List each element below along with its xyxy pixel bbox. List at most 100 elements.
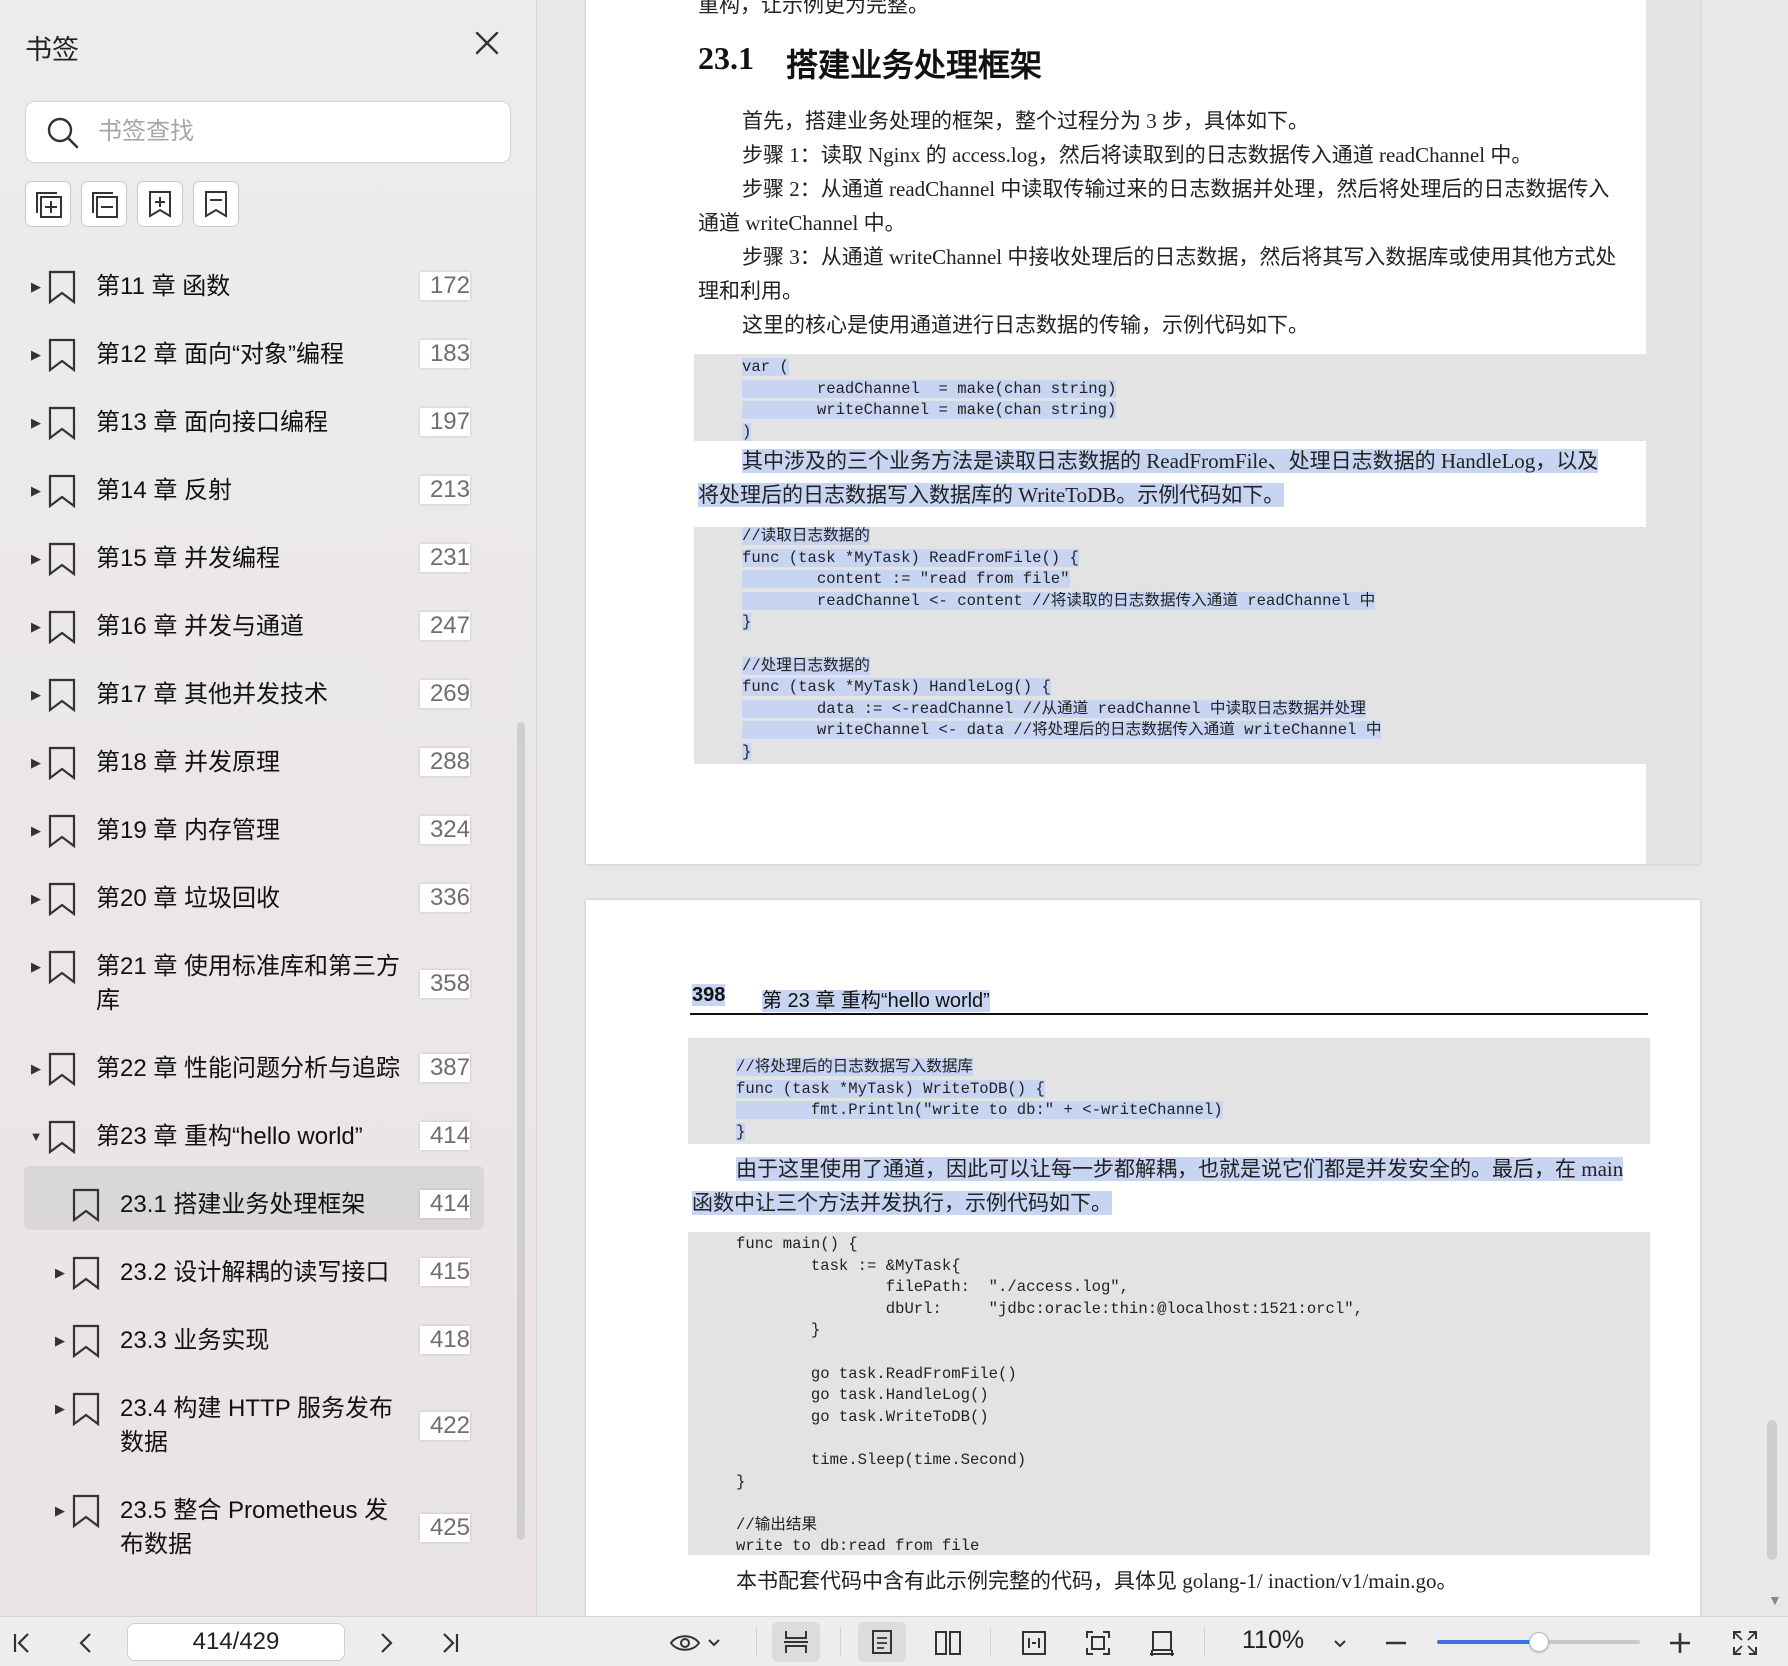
- code-block-text: //读取日志数据的 func (task *MyTask) ReadFromFi…: [742, 527, 1382, 761]
- toolbar-separator: [756, 1627, 757, 1657]
- bookmark-label: 第16 章 并发与通道: [96, 613, 305, 640]
- document-page: 重构，让示例更为完整。 23.1 搭建业务处理框架 首先，搭建业务处理的框架，整…: [586, 0, 1700, 864]
- bookmark-label: 第11 章 函数: [96, 273, 231, 300]
- bookmark-page: 358: [420, 970, 470, 998]
- bookmark-label: 第22 章 性能问题分析与追踪: [96, 1055, 401, 1082]
- page-text-selected: 函数中让三个方法并发执行，示例代码如下。: [692, 1191, 1112, 1215]
- collapse-all-icon[interactable]: [81, 181, 127, 227]
- first-page-icon[interactable]: [4, 1625, 40, 1661]
- expand-arrow-icon[interactable]: ▶: [29, 620, 43, 634]
- bookmark-icon: [48, 746, 76, 780]
- zoom-level[interactable]: 110%: [1242, 1626, 1304, 1655]
- next-page-icon[interactable]: [368, 1625, 404, 1661]
- bookmark-label: 库: [96, 987, 120, 1014]
- view-mode-icon[interactable]: [666, 1625, 726, 1661]
- bookmark-icon: [72, 1256, 100, 1290]
- bookmark-page: 231: [420, 544, 470, 572]
- header-rule: [690, 1013, 1648, 1015]
- expand-arrow-icon[interactable]: ▶: [53, 1402, 67, 1416]
- bookmark-label: 23.5 整合 Prometheus 发: [120, 1497, 389, 1524]
- bookmark-label: 第18 章 并发原理: [96, 749, 281, 776]
- bookmark-icon: [48, 406, 76, 440]
- expand-arrow-icon[interactable]: ▶: [53, 1334, 67, 1348]
- expand-arrow-icon[interactable]: ▶: [29, 552, 43, 566]
- expand-arrow-icon[interactable]: ▶: [29, 688, 43, 702]
- expand-arrow-icon[interactable]: ▶: [29, 484, 43, 498]
- add-bookmark-icon[interactable]: [137, 181, 183, 227]
- section-title: 搭建业务处理框架: [786, 47, 1043, 83]
- code-block-text: var ( readChannel = make(chan string) wr…: [742, 358, 1117, 441]
- bookmark-page: 414: [420, 1122, 470, 1150]
- bookmark-page: 422: [420, 1412, 470, 1440]
- expand-arrow-icon[interactable]: ▶: [29, 824, 43, 838]
- zoom-in-icon[interactable]: [1662, 1625, 1698, 1661]
- bookmark-search-box[interactable]: [25, 101, 511, 163]
- expand-arrow-icon[interactable]: ▶: [29, 280, 43, 294]
- bookmark-icon: [48, 610, 76, 644]
- bookmark-label: 第13 章 面向接口编程: [96, 409, 329, 436]
- bookmark-icon: [48, 678, 76, 712]
- bookmark-page: 387: [420, 1054, 470, 1082]
- single-page-icon[interactable]: [858, 1622, 906, 1662]
- expand-arrow-icon[interactable]: ▶: [29, 892, 43, 906]
- bookmark-page: 418: [420, 1326, 470, 1354]
- bookmark-icon: [48, 1052, 76, 1086]
- bookmark-icon: [48, 882, 76, 916]
- bookmark-label: 第20 章 垃圾回收: [96, 885, 281, 912]
- bookmark-label: 23.3 业务实现: [120, 1327, 270, 1354]
- continuous-scroll-icon[interactable]: [772, 1622, 820, 1662]
- zoom-slider-fill: [1437, 1640, 1539, 1644]
- bookmark-icon: [48, 814, 76, 848]
- expand-arrow-icon[interactable]: ▶: [29, 756, 43, 770]
- expand-all-icon[interactable]: [25, 181, 71, 227]
- bookmark-page: 213: [420, 476, 470, 504]
- bookmark-icon[interactable]: [193, 181, 239, 227]
- toolbar-separator: [990, 1627, 991, 1657]
- running-head: 第 23 章 重构“hello world”: [762, 990, 990, 1012]
- page-text-selected: 将处理后的日志数据写入数据库的 WriteToDB。示例代码如下。: [698, 483, 1285, 507]
- scroll-down-arrow-icon[interactable]: ▼: [1768, 1592, 1782, 1608]
- code-block-text: func main() { task := &MyTask{ filePath:…: [736, 1235, 1363, 1556]
- bookmark-page: 269: [420, 680, 470, 708]
- bookmark-label: 第23 章 重构“hello world”: [96, 1123, 363, 1150]
- bookmark-label: 第21 章 使用标准库和第三方: [96, 953, 401, 980]
- zoom-dropdown-chevron-down-icon[interactable]: [1322, 1625, 1358, 1661]
- page-number-input[interactable]: 414/429: [127, 1623, 345, 1661]
- collapse-arrow-icon[interactable]: ▼: [29, 1130, 43, 1144]
- expand-arrow-icon[interactable]: ▶: [29, 1062, 43, 1076]
- fit-page-icon[interactable]: [1080, 1625, 1116, 1661]
- page-text-selected: 由于这里使用了通道，因此可以让每一步都解耦，也就是说它们都是并发安全的。最后，在…: [736, 1157, 1624, 1181]
- fit-width-icon[interactable]: [1016, 1625, 1052, 1661]
- bookmark-icon: [48, 270, 76, 304]
- toolbar-separator: [840, 1627, 841, 1657]
- close-icon[interactable]: [470, 26, 504, 60]
- expand-arrow-icon[interactable]: ▶: [29, 348, 43, 362]
- zoom-out-icon[interactable]: [1378, 1625, 1414, 1661]
- expand-arrow-icon[interactable]: ▶: [53, 1504, 67, 1518]
- sidebar-scrollbar[interactable]: [517, 722, 525, 1540]
- bookmark-search-input[interactable]: [98, 112, 498, 152]
- bookmark-icon: [48, 1120, 76, 1154]
- document-scrollbar[interactable]: [1767, 1420, 1777, 1560]
- two-page-icon[interactable]: [930, 1625, 966, 1661]
- expand-arrow-icon[interactable]: ▶: [29, 416, 43, 430]
- bookmark-label: 23.1 搭建业务处理框架: [120, 1191, 366, 1218]
- bookmark-label: 23.4 构建 HTTP 服务发布: [120, 1395, 393, 1422]
- fullscreen-icon[interactable]: [1727, 1625, 1763, 1661]
- actual-size-icon[interactable]: [1144, 1625, 1180, 1661]
- code-block-text: //将处理后的日志数据写入数据库 func (task *MyTask) Wri…: [736, 1058, 1223, 1141]
- bookmark-page: 183: [420, 340, 470, 368]
- expand-arrow-icon[interactable]: ▶: [53, 1266, 67, 1280]
- page-text: 步骤 2：从通道 readChannel 中读取传输过来的日志数据并处理，然后将…: [742, 177, 1610, 201]
- prev-page-icon[interactable]: [68, 1625, 104, 1661]
- page-text: 本书配套代码中含有此示例完整的代码，具体见 golang-1/ inaction…: [736, 1569, 1458, 1593]
- expand-arrow-icon[interactable]: ▶: [29, 960, 43, 974]
- bookmark-sidebar: 书签 ▶ 第11 章 函数 172 ▶: [0, 0, 537, 1616]
- zoom-slider[interactable]: [1437, 1632, 1640, 1652]
- page-text: 步骤 1：读取 Nginx 的 access.log，然后将读取到的日志数据传入…: [742, 143, 1533, 167]
- last-page-icon[interactable]: [432, 1625, 468, 1661]
- page-margin-shade: [1646, 0, 1700, 864]
- bookmark-label: 布数据: [120, 1531, 192, 1558]
- zoom-slider-thumb[interactable]: [1528, 1632, 1549, 1652]
- bookmark-page: 336: [420, 884, 470, 912]
